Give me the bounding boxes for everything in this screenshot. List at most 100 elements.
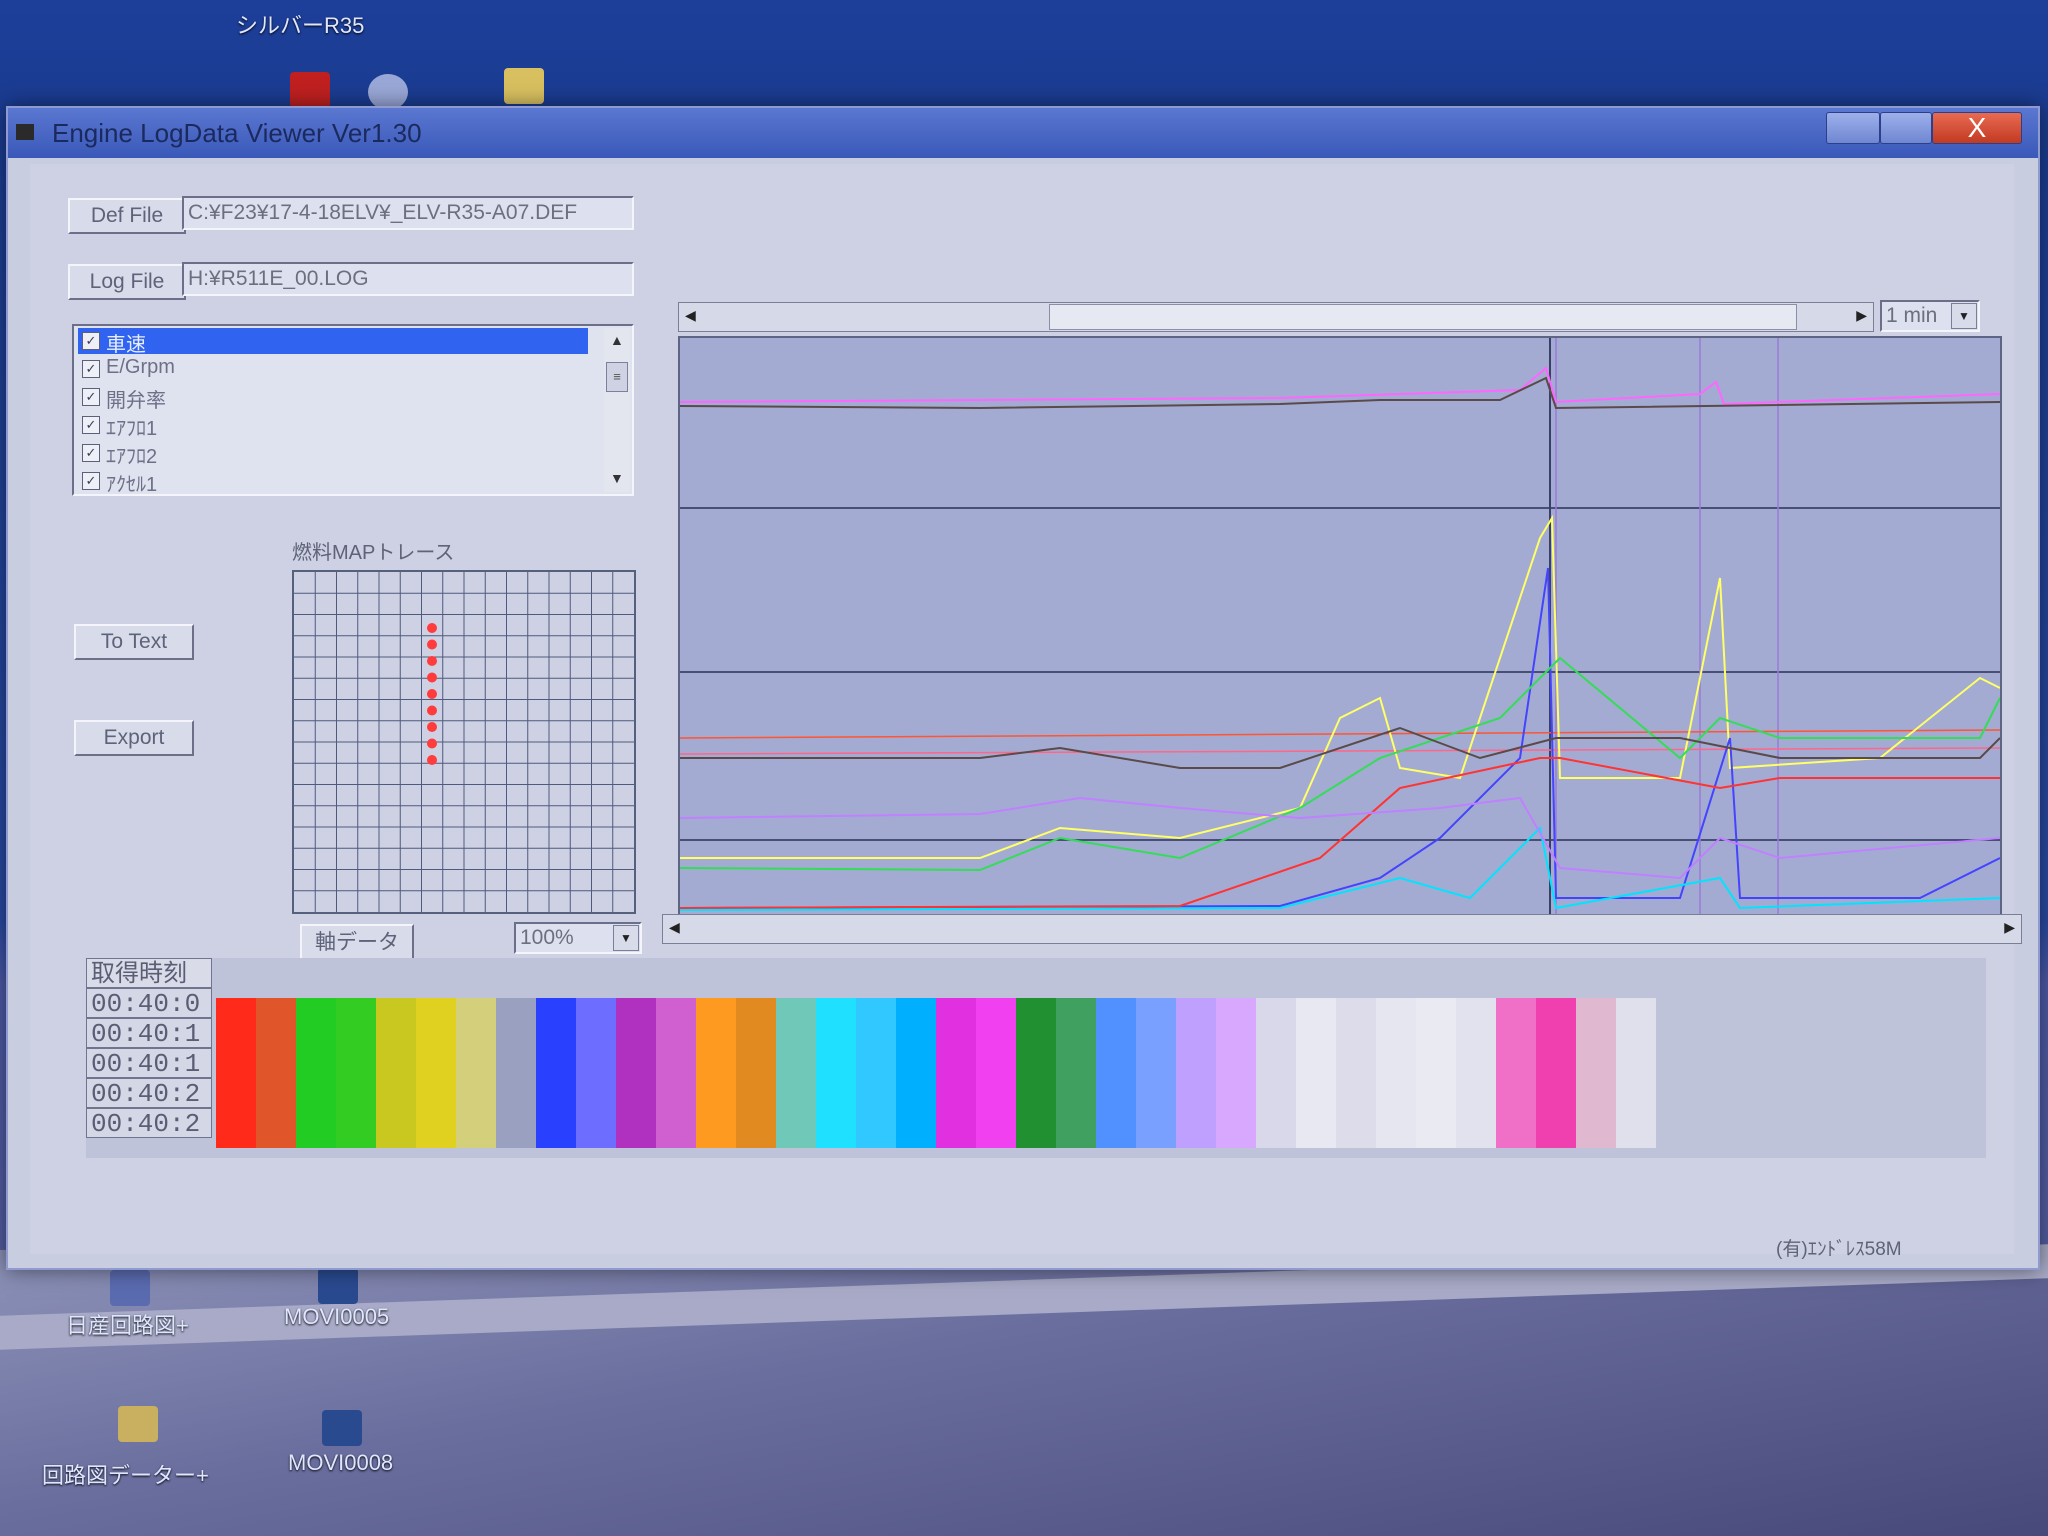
obscured-column bbox=[536, 998, 576, 1148]
scroll-up-icon[interactable]: ▲ bbox=[610, 332, 624, 348]
series-line-dark bbox=[679, 376, 2001, 410]
scroll-left-icon[interactable]: ◀ bbox=[669, 919, 680, 936]
checkbox[interactable]: ✓ bbox=[82, 472, 100, 490]
desktop-top-label: シルバーR35 bbox=[236, 13, 365, 38]
list-item[interactable]: ✓ E/Grpm bbox=[78, 356, 175, 382]
obscured-column bbox=[936, 998, 976, 1148]
map-trace-point bbox=[427, 755, 437, 765]
desktop-icon-movi0008[interactable] bbox=[322, 1410, 362, 1446]
checkbox[interactable]: ✓ bbox=[82, 360, 100, 378]
map-trace-point bbox=[427, 656, 437, 666]
list-item-label: 開弁率 bbox=[106, 390, 166, 412]
time-cell[interactable]: 00:40:2 bbox=[86, 1108, 212, 1138]
obscured-column bbox=[1456, 998, 1496, 1148]
time-column: 取得時刻 00:40:0 00:40:1 00:40:1 00:40:2 00:… bbox=[86, 958, 212, 1138]
obscured-column bbox=[1056, 998, 1096, 1148]
app-shortcut-icon[interactable] bbox=[290, 72, 330, 108]
desktop-label-movi0008[interactable]: MOVI0008 bbox=[288, 1450, 393, 1476]
def-file-path[interactable]: C:¥F23¥17-4-18ELV¥_ELV-R35-A07.DEF bbox=[182, 196, 634, 230]
def-file-button[interactable]: Def File bbox=[68, 198, 186, 234]
desktop-label-circuit-data[interactable]: 回路図データー+ bbox=[42, 1458, 209, 1490]
checkbox[interactable]: ✓ bbox=[82, 444, 100, 462]
obscured-column bbox=[456, 998, 496, 1148]
scroll-thumb[interactable]: ≡ bbox=[606, 362, 628, 392]
obscured-column bbox=[576, 998, 616, 1148]
map-trace-point bbox=[427, 623, 437, 633]
log-file-path[interactable]: H:¥R511E_00.LOG bbox=[182, 262, 634, 296]
time-cell[interactable]: 00:40:1 bbox=[86, 1018, 212, 1048]
obscured-column bbox=[296, 998, 336, 1148]
obscured-column bbox=[696, 998, 736, 1148]
scroll-down-icon[interactable]: ▼ bbox=[610, 470, 624, 486]
zoom-select[interactable]: 100% ▼ bbox=[514, 922, 642, 954]
desktop-icon-movi0005[interactable] bbox=[318, 1268, 358, 1304]
list-item[interactable]: ✓ 車速 bbox=[78, 328, 588, 356]
chevron-down-icon[interactable]: ▼ bbox=[1951, 303, 1977, 329]
data-table: 取得時刻 00:40:0 00:40:1 00:40:1 00:40:2 00:… bbox=[86, 958, 1986, 1158]
minimize-button[interactable] bbox=[1826, 112, 1880, 144]
time-cell[interactable]: 00:40:0 bbox=[86, 988, 212, 1018]
desktop-label-movi0005[interactable]: MOVI0005 bbox=[284, 1304, 389, 1330]
fuel-map-svg bbox=[294, 572, 634, 912]
map-trace-point bbox=[427, 705, 437, 716]
export-button[interactable]: Export bbox=[74, 720, 194, 756]
status-text: (有)ｴﾝﾄﾞﾚｽ58M bbox=[1776, 1239, 1902, 1260]
scroll-left-icon[interactable]: ◀ bbox=[685, 307, 696, 324]
obscured-column bbox=[256, 998, 296, 1148]
list-scrollbar[interactable]: ▲ ≡ ▼ bbox=[604, 328, 630, 492]
list-item[interactable]: ✓ ｱｸｾﾙ1 bbox=[78, 468, 158, 496]
close-button[interactable]: X bbox=[1932, 112, 2022, 144]
desktop-icon-folder[interactable] bbox=[118, 1406, 158, 1442]
fuel-map-grid bbox=[292, 570, 636, 914]
series-line-yellow bbox=[680, 514, 2001, 859]
scroll-thumb[interactable] bbox=[1049, 304, 1797, 330]
time-range-select[interactable]: 1 min ▼ bbox=[1880, 300, 1980, 332]
checkbox[interactable]: ✓ bbox=[82, 416, 100, 434]
scroll-right-icon[interactable]: ▶ bbox=[2004, 919, 2015, 936]
obscured-column bbox=[656, 998, 696, 1148]
obscured-column bbox=[616, 998, 656, 1148]
log-graph[interactable] bbox=[678, 336, 2002, 916]
obscured-column bbox=[1136, 998, 1176, 1148]
obscured-column bbox=[776, 998, 816, 1148]
map-trace-point bbox=[427, 639, 437, 650]
list-item[interactable]: ✓ ｴｱﾌﾛ2 bbox=[78, 440, 158, 468]
checkbox[interactable]: ✓ bbox=[82, 332, 100, 350]
series-line-pink bbox=[679, 366, 2001, 406]
map-trace-point bbox=[427, 722, 437, 732]
time-scrollbar[interactable]: ◀ ▶ bbox=[678, 302, 1874, 332]
log-file-button[interactable]: Log File bbox=[68, 264, 186, 300]
axis-data-button[interactable]: 軸データ bbox=[300, 924, 414, 962]
list-item-label: ｱｸｾﾙ1 bbox=[106, 474, 158, 496]
obscured-column bbox=[416, 998, 456, 1148]
obscured-column bbox=[856, 998, 896, 1148]
obscured-column bbox=[496, 998, 536, 1148]
list-item-label: ｴｱﾌﾛ2 bbox=[106, 446, 158, 468]
list-item[interactable]: ✓ ｴｱﾌﾛ1 bbox=[78, 412, 157, 440]
graph-ref-line bbox=[679, 729, 2001, 739]
folder-icon[interactable] bbox=[504, 68, 544, 104]
graph-scrollbar[interactable]: ◀ ▶ bbox=[662, 914, 2022, 944]
chevron-down-icon[interactable]: ▼ bbox=[613, 925, 639, 951]
series-line-red bbox=[679, 757, 2000, 909]
client-area: Def File C:¥F23¥17-4-18ELV¥_ELV-R35-A07.… bbox=[30, 164, 2022, 1260]
app-window: Engine LogData Viewer Ver1.30 X Def File… bbox=[6, 106, 2040, 1270]
time-cell[interactable]: 00:40:1 bbox=[86, 1048, 212, 1078]
desktop-icon-nissan[interactable] bbox=[110, 1270, 150, 1306]
obscured-column bbox=[336, 998, 376, 1148]
checkbox[interactable]: ✓ bbox=[82, 388, 100, 406]
to-text-button[interactable]: To Text bbox=[74, 624, 194, 660]
list-item[interactable]: ✓ 開弁率 bbox=[78, 384, 166, 412]
title-bar[interactable]: Engine LogData Viewer Ver1.30 X bbox=[8, 108, 2038, 158]
desktop-label-nissan[interactable]: 日産回路図+ bbox=[66, 1308, 189, 1340]
scroll-right-icon[interactable]: ▶ bbox=[1856, 307, 1867, 324]
series-line-lavender bbox=[679, 796, 2001, 880]
gauge-icon[interactable] bbox=[368, 74, 408, 110]
obscured-column bbox=[1616, 998, 1656, 1148]
obscured-column bbox=[1376, 998, 1416, 1148]
time-cell[interactable]: 00:40:2 bbox=[86, 1078, 212, 1108]
obscured-column bbox=[1576, 998, 1616, 1148]
obscured-column bbox=[1216, 998, 1256, 1148]
channel-list[interactable]: ✓ 車速 ✓ E/Grpm ✓ 開弁率 ✓ ｴｱﾌﾛ1 ✓ ｴｱﾌﾛ2 ✓ ｱｸｾﾙ1 ▲ … bbox=[72, 324, 634, 496]
maximize-button[interactable] bbox=[1880, 112, 1932, 144]
